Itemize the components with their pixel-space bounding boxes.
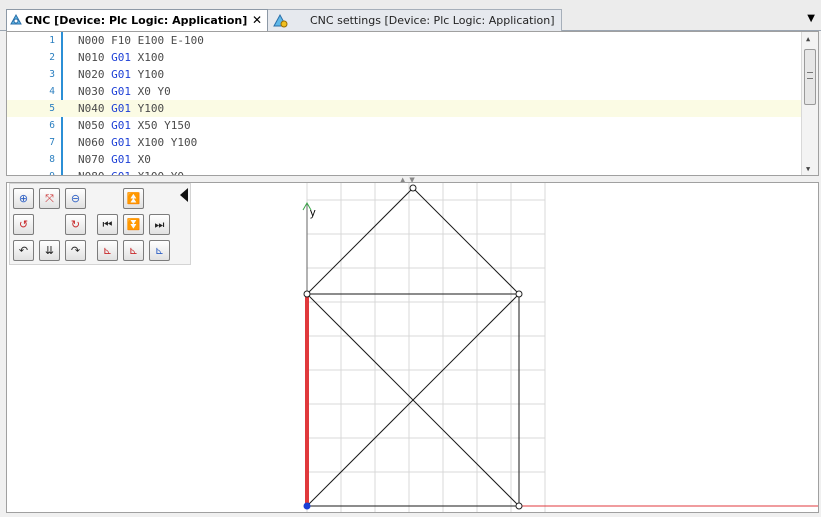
- go-to-start-icon[interactable]: ⏫: [123, 188, 144, 209]
- zoom-out-icon[interactable]: ⊖: [65, 188, 86, 209]
- line-number: 7: [49, 137, 55, 148]
- vertex-marker[interactable]: [409, 184, 417, 192]
- scrollbar-thumb[interactable]: [804, 49, 816, 105]
- gcode-word: E-100: [170, 34, 204, 47]
- gcode-editor[interactable]: 1 N000 F10 E100 E-100 2 N010 G01 X100 3 N020 …: [6, 31, 819, 176]
- gcode-word: X100: [131, 51, 165, 64]
- code-text: N050 G01 X50 Y150: [78, 117, 191, 134]
- gcode-command: G01: [111, 102, 131, 115]
- code-text: N000 F10 E100 E-100: [78, 32, 204, 49]
- gcode-word: X0: [131, 153, 151, 166]
- code-line[interactable]: 8 N070 G01 X0: [7, 151, 802, 168]
- tab-cnc-program[interactable]: CNC [Device: Plc Logic: Application] ✕: [6, 9, 268, 31]
- tab-strip: CNC [Device: Plc Logic: Application] ✕ C…: [0, 0, 821, 31]
- tab-cnc-program-label: CNC [Device: Plc Logic: Application]: [25, 14, 248, 27]
- gcode-word: N020: [78, 68, 112, 81]
- code-text: N060 G01 X100 Y100: [78, 134, 197, 151]
- code-text: N040 G01 Y100: [78, 100, 164, 117]
- close-tab-icon[interactable]: ✕: [252, 13, 262, 27]
- gcode-command: G01: [111, 68, 131, 81]
- rotate-left-icon[interactable]: ↺: [13, 214, 34, 235]
- gcode-word: N030: [78, 85, 112, 98]
- code-line[interactable]: 5 N040 G01 Y100: [7, 100, 802, 117]
- code-line[interactable]: 9 N080 G01 X100 Y0: [7, 168, 802, 175]
- line-number: 4: [49, 86, 55, 97]
- tilt-right-icon[interactable]: ↷: [65, 240, 86, 261]
- line-number: 1: [49, 35, 55, 46]
- gcode-word: E100: [137, 34, 171, 47]
- line-number: 2: [49, 52, 55, 63]
- scroll-down-icon[interactable]: ▼: [806, 165, 810, 173]
- step-down-icon[interactable]: ⏬: [123, 214, 144, 235]
- gcode-command: G01: [111, 153, 131, 166]
- gcode-word: N050: [78, 119, 112, 132]
- gcode-command: G01: [111, 119, 131, 132]
- line-number: 8: [49, 154, 55, 165]
- code-text: N030 G01 X0 Y0: [78, 83, 171, 100]
- gcode-command: G01: [111, 136, 131, 149]
- gcode-word: X0 Y0: [131, 85, 171, 98]
- step-forward-icon[interactable]: ⏭: [149, 214, 170, 235]
- gcode-word: F10: [111, 34, 138, 47]
- code-line[interactable]: 2 N010 G01 X100: [7, 49, 802, 66]
- zoom-in-icon[interactable]: ⊕: [13, 188, 34, 209]
- vertex-marker[interactable]: [515, 290, 523, 298]
- cnc-settings-icon: [273, 13, 288, 28]
- gcode-word: Y100: [131, 102, 165, 115]
- code-line[interactable]: 6 N050 G01 X50 Y150: [7, 117, 802, 134]
- gcode-word: X50 Y150: [131, 119, 191, 132]
- tool-path-segment: [412, 187, 520, 295]
- tab-cnc-settings[interactable]: CNC settings [Device: Plc Logic: Applica…: [267, 9, 562, 31]
- grip-icon: [807, 72, 813, 79]
- cnc-program-icon: [10, 13, 22, 25]
- code-line[interactable]: 1 N000 F10 E100 E-100: [7, 32, 802, 49]
- tool-path-segment: [306, 187, 414, 295]
- view-yz-icon[interactable]: ⊾: [149, 240, 170, 261]
- zoom-fit-icon[interactable]: ⤧: [39, 188, 60, 209]
- gcode-command: G01: [111, 51, 131, 64]
- gcode-word: N040: [78, 102, 112, 115]
- code-text: N070 G01 X0: [78, 151, 151, 168]
- code-line[interactable]: 3 N020 G01 Y100: [7, 66, 802, 83]
- vertex-marker[interactable]: [515, 502, 523, 510]
- line-number: 3: [49, 69, 55, 80]
- gcode-word: Y100: [131, 68, 165, 81]
- code-text: N020 G01 Y100: [78, 66, 164, 83]
- line-number: 9: [7, 168, 55, 175]
- gcode-command: G01: [111, 85, 131, 98]
- line-number: 6: [49, 120, 55, 131]
- collapse-toolbar-icon[interactable]: [180, 188, 188, 202]
- view-toolbar: ⊕ ⤧ ⊖ ⏫ ↺ ↻ ⏮ ⏬ ⏭ ↶ ⇊ ↷ ⊾ ⊾ ⊾: [9, 183, 191, 265]
- gcode-word: N010: [78, 51, 112, 64]
- code-line[interactable]: 7 N060 G01 X100 Y100: [7, 134, 802, 151]
- gcode-word: N060: [78, 136, 112, 149]
- y-axis-label: y: [310, 207, 316, 219]
- vertex-marker[interactable]: [303, 290, 311, 298]
- tab-list-dropdown-icon[interactable]: ▼: [807, 13, 815, 24]
- view-xz-icon[interactable]: ⊾: [123, 240, 144, 261]
- tilt-left-icon[interactable]: ↶: [13, 240, 34, 261]
- gcode-word: N000: [78, 34, 112, 47]
- editor-vertical-scrollbar[interactable]: ▲ ▼: [801, 32, 818, 175]
- scroll-up-icon[interactable]: ▲: [806, 35, 810, 43]
- tilt-center-icon[interactable]: ⇊: [39, 240, 60, 261]
- line-number: 5: [49, 103, 55, 114]
- gcode-word: N070: [78, 153, 112, 166]
- view-xy-icon[interactable]: ⊾: [97, 240, 118, 261]
- code-line[interactable]: 4 N030 G01 X0 Y0: [7, 83, 802, 100]
- code-text: N080 G01 X100 Y0: [78, 168, 184, 175]
- start-point-marker[interactable]: [303, 502, 311, 510]
- rotate-right-icon[interactable]: ↻: [65, 214, 86, 235]
- gcode-word: X100 Y100: [131, 136, 198, 149]
- code-text: N010 G01 X100: [78, 49, 164, 66]
- tab-cnc-settings-label: CNC settings [Device: Plc Logic: Applica…: [310, 14, 555, 27]
- step-back-icon[interactable]: ⏮: [97, 214, 118, 235]
